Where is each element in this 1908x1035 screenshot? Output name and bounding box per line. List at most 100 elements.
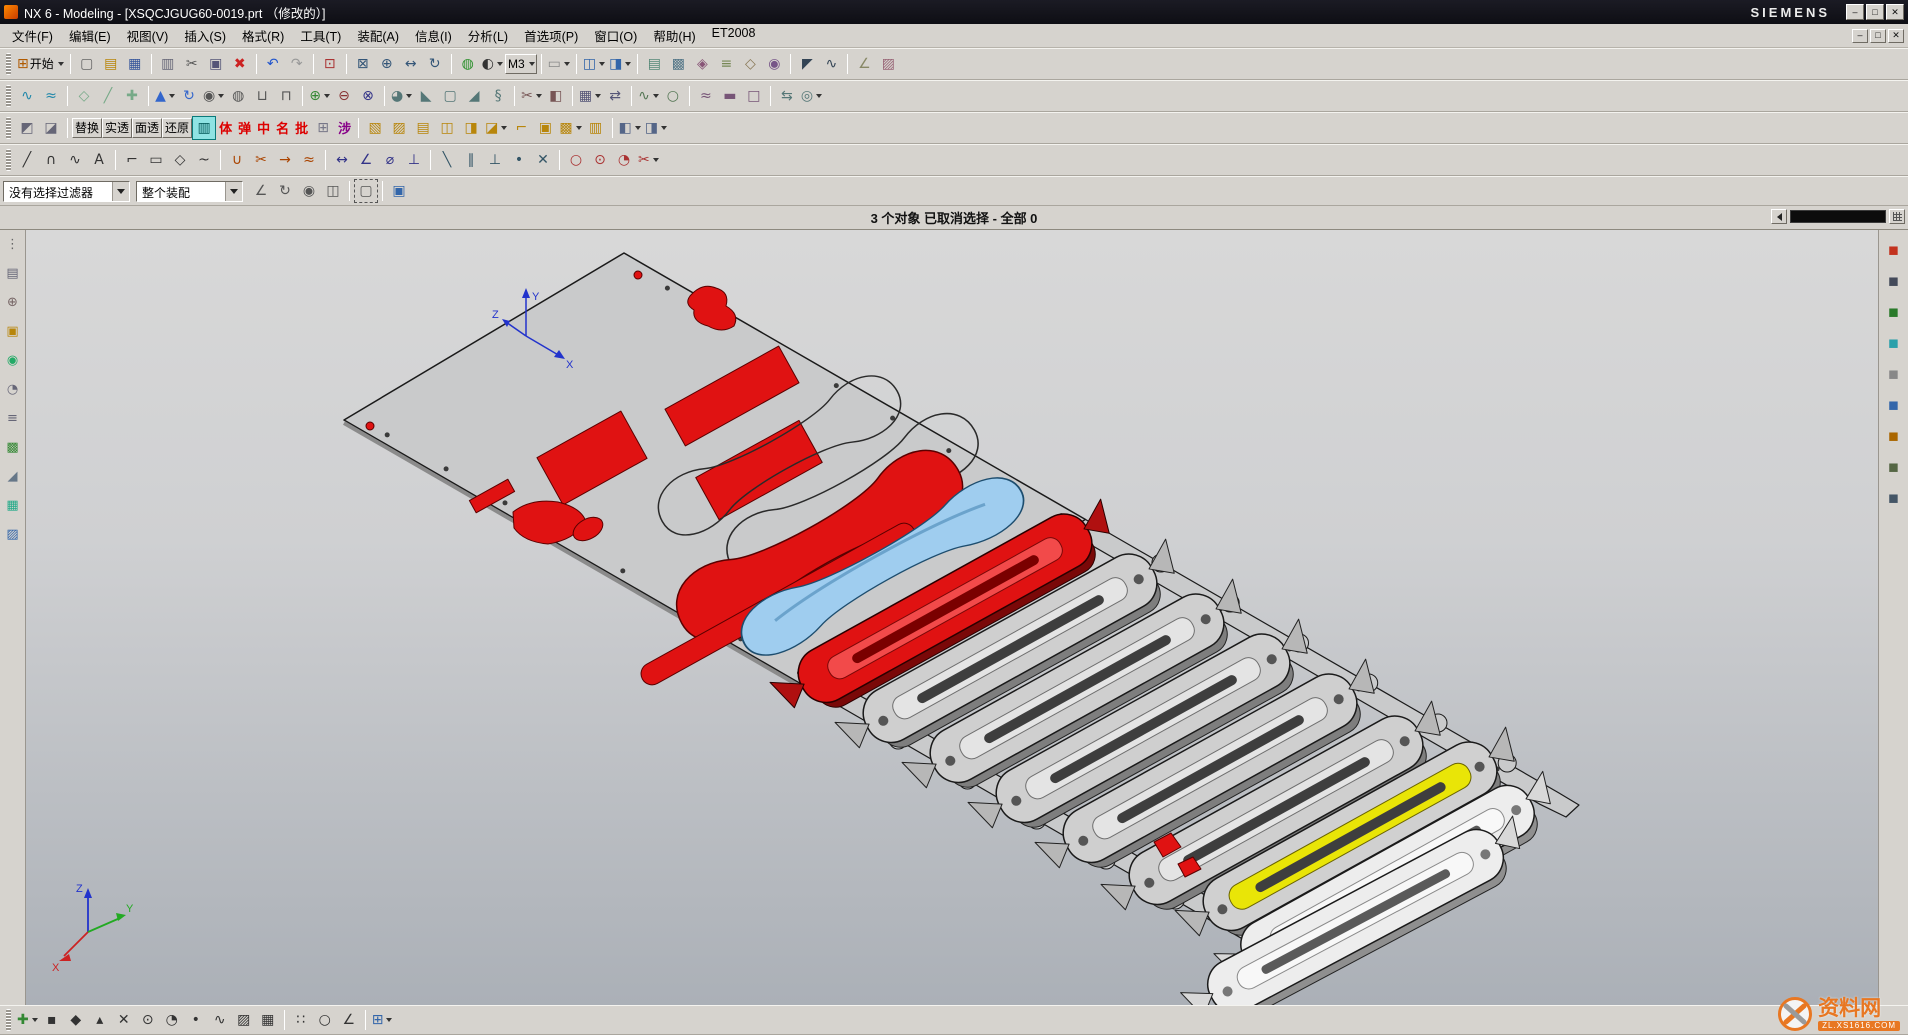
offset-surface-button[interactable]: ≈ (694, 84, 718, 108)
center-tool-button[interactable]: 中 (254, 118, 273, 138)
status-scroll-left-button[interactable] (1771, 209, 1787, 224)
draft-button[interactable]: ◢ (462, 84, 486, 108)
open-file-button[interactable]: ▤ (99, 52, 123, 76)
print-button[interactable]: ▥ (156, 52, 180, 76)
history-panel-icon[interactable]: ◼ (1884, 426, 1904, 446)
snap-point-on-curve-button[interactable]: ∿ (208, 1008, 232, 1032)
quick-trim-button-dropdown-arrow[interactable] (653, 158, 659, 162)
close-button[interactable]: ✕ (1886, 4, 1904, 20)
reuse-library-icon[interactable]: ◼ (1884, 333, 1904, 353)
graphics-window[interactable]: Y X Z Z X Y (26, 230, 1878, 1005)
work-layer-dropdown[interactable]: ◨ (643, 116, 669, 140)
mirror-feature-button[interactable]: ⇄ (603, 84, 627, 108)
document-minimize-button[interactable]: – (1852, 29, 1868, 43)
shaded-with-edges-button[interactable]: ◍ (456, 52, 480, 76)
snap-control-point-button[interactable]: ▴ (88, 1008, 112, 1032)
snap-tangent-button[interactable]: ○ (313, 1008, 337, 1032)
immediate-hide-button[interactable]: ◨ (607, 52, 633, 76)
punch-tool-button[interactable]: ▣ (533, 116, 557, 140)
assembly-navigator-icon[interactable]: ◼ (1884, 240, 1904, 260)
zoom-button[interactable]: ⊕ (375, 52, 399, 76)
selection-filter-arrow-icon[interactable] (112, 182, 129, 201)
menu-format[interactable]: 格式(R) (234, 23, 292, 48)
document-close-button[interactable]: ✕ (1888, 29, 1904, 43)
datum-axis-button[interactable]: ╱ (96, 84, 120, 108)
layers-pane-icon[interactable]: ▦ (3, 495, 23, 515)
extrude-button-dropdown-arrow[interactable] (169, 94, 175, 98)
tools-pane-icon[interactable]: ▨ (3, 524, 23, 544)
snap-point-toggle-button-dropdown-arrow[interactable] (32, 1018, 38, 1022)
scale-body-button[interactable]: □ (742, 84, 766, 108)
rendering-style-dropdown-dropdown-arrow[interactable] (497, 62, 503, 66)
scrap-red-dot-1[interactable] (634, 271, 642, 279)
snap-quadrant-button[interactable]: ◔ (160, 1008, 184, 1032)
zoom-tool-icon[interactable]: ⊕ (3, 292, 23, 312)
circle-center-button[interactable]: ⊙ (588, 148, 612, 172)
menu-help[interactable]: 帮助(H) (645, 23, 703, 48)
start-menu-button-dropdown-arrow[interactable] (58, 62, 64, 66)
select-tool-button[interactable]: ◤ (795, 52, 819, 76)
datum-plane-button[interactable]: ◇ (72, 84, 96, 108)
profile-button[interactable]: ⌐ (120, 148, 144, 172)
view-orient-dropdown[interactable]: M3 (505, 54, 537, 74)
revolve-button[interactable]: ↻ (177, 84, 201, 108)
menu-analysis[interactable]: 分析(L) (460, 23, 516, 48)
wave-geometry-linker-button[interactable]: ▧ (363, 116, 387, 140)
delete-button[interactable]: ✖ (228, 52, 252, 76)
hole-button-dropdown-arrow[interactable] (218, 94, 224, 98)
snap-existing-point-button[interactable]: • (184, 1008, 208, 1032)
menu-edit[interactable]: 编辑(E) (61, 23, 119, 48)
extend-curve-button[interactable]: → (273, 148, 297, 172)
allow-hidden-selection-button[interactable]: ◫ (321, 179, 345, 203)
work-layer-dropdown-dropdown-arrow[interactable] (661, 126, 667, 130)
strip-model[interactable] (344, 253, 1579, 1005)
synchronous-modeling-button-dropdown-arrow[interactable] (816, 94, 822, 98)
snap-midpoint-button[interactable]: ◆ (64, 1008, 88, 1032)
display-mode-dropdown-dropdown-arrow[interactable] (635, 126, 641, 130)
pocket-button[interactable]: ⊔ (250, 84, 274, 108)
new-file-button[interactable]: ▢ (75, 52, 99, 76)
thread-button[interactable]: § (486, 84, 510, 108)
document-restore-button[interactable]: □ (1870, 29, 1886, 43)
flange-tool-button[interactable]: ◪ (483, 116, 509, 140)
show-hide-button-dropdown-arrow[interactable] (599, 62, 605, 66)
move-object-button[interactable]: ⇆ (775, 84, 799, 108)
constraint-navigator-icon[interactable]: ◼ (1884, 271, 1904, 291)
unite-button[interactable]: ⊕ (307, 84, 332, 108)
snap-two-point-button[interactable]: ∷ (289, 1008, 313, 1032)
polygon-button[interactable]: ◇ (168, 148, 192, 172)
rapid-dimension-button[interactable]: ↔ (330, 148, 354, 172)
circle-button[interactable]: ○ (564, 148, 588, 172)
pattern-feature-button-dropdown-arrow[interactable] (595, 94, 601, 98)
system-materials-icon[interactable]: ◼ (1884, 488, 1904, 508)
angle-dimension-button[interactable]: ∠ (354, 148, 378, 172)
tube-button[interactable]: ○ (661, 84, 685, 108)
save-button[interactable]: ▦ (123, 52, 147, 76)
selection-scope-arrow-icon[interactable] (225, 182, 242, 201)
redo-button[interactable]: ↷ (285, 52, 309, 76)
part-navigator-button[interactable]: ▩ (666, 52, 690, 76)
quick-trim-button[interactable]: ✂ (636, 148, 661, 172)
pattern-feature-button[interactable]: ▦ (577, 84, 603, 108)
snap-angle-point-button[interactable]: ∠ (337, 1008, 361, 1032)
diameter-dimension-button[interactable]: ⌀ (378, 148, 402, 172)
scrap-red-dot-2[interactable] (366, 422, 374, 430)
extract-geometry-button[interactable]: ▨ (387, 116, 411, 140)
link-tool-button[interactable]: ⊞ (311, 116, 335, 140)
palette-folder-icon[interactable]: ▣ (3, 321, 23, 341)
roles-panel-icon[interactable]: ◼ (1884, 457, 1904, 477)
strip-layout-button[interactable]: ▥ (584, 116, 608, 140)
highlight-toggle-button[interactable]: ▥ (192, 116, 216, 140)
view-orient-dropdown-dropdown-arrow[interactable] (529, 62, 535, 66)
rectangle-button[interactable]: ▭ (144, 148, 168, 172)
snap-settings-button-dropdown-arrow[interactable] (386, 1018, 392, 1022)
show-hide-button[interactable]: ◫ (581, 52, 607, 76)
snap-endpoint-button[interactable]: ▪ (40, 1008, 64, 1032)
materials-pane-icon[interactable]: ▩ (3, 437, 23, 457)
sketch-in-task-button[interactable]: ≈ (39, 84, 63, 108)
text-button[interactable]: A (87, 148, 111, 172)
chamfer-button[interactable]: ◣ (414, 84, 438, 108)
menu-information[interactable]: 信息(I) (407, 23, 460, 48)
toolbar-grip[interactable] (6, 117, 11, 139)
sidebar-undock-handle[interactable]: ⋮ (3, 234, 23, 254)
